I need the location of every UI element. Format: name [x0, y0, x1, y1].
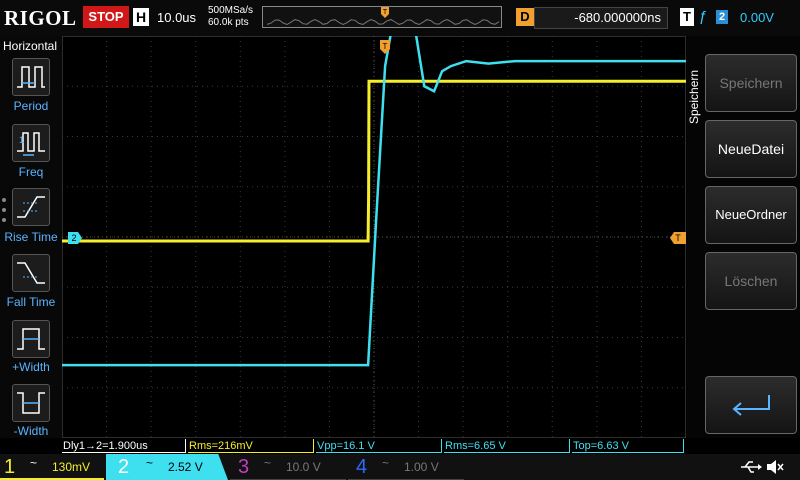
measurement-delay: Dly1→2=1.900us [62, 439, 186, 453]
fall-time-button[interactable] [12, 254, 50, 292]
fall-time-icon [17, 262, 45, 284]
speichern-button[interactable]: Speichern [705, 54, 797, 112]
neue-ordner-button[interactable]: NeueOrdner [705, 186, 797, 244]
save-menu: Speichern Speichern NeueDatei NeueOrdner… [686, 36, 800, 438]
speaker-muted-icon [767, 460, 784, 474]
period-button[interactable] [12, 58, 50, 96]
channel-3-number: 3 [238, 456, 250, 478]
fall-time-label: Fall Time [6, 295, 56, 309]
loeschen-button[interactable]: Löschen [705, 252, 797, 310]
positive-width-label: +Width [12, 360, 50, 374]
memory-overview-waveform [266, 18, 500, 26]
measurement-ch2-vpp: Vpp=16.1 V [316, 439, 442, 453]
usb-icon [741, 461, 762, 473]
delay-badge: D [516, 8, 534, 26]
period-icon [17, 66, 45, 88]
page-dot [2, 198, 6, 202]
channel-4-scale: 1.00 V [404, 460, 439, 474]
measurement-menu: Horizontal Period 1 Freq Rise Time Fall … [0, 36, 62, 438]
rigol-logo: RIGOL [4, 6, 77, 30]
delay-value[interactable]: -680.000000ns [534, 7, 668, 29]
neue-datei-button[interactable]: NeueDatei [705, 120, 797, 178]
measurement-results-bar: Dly1→2=1.900us Rms=216mV Vpp=16.1 V Rms=… [62, 438, 686, 454]
enter-button[interactable] [705, 376, 797, 434]
dc-coupling-icon: ~ [382, 456, 390, 470]
memory-depth: 60.0k pts [208, 17, 249, 28]
horizontal-badge: H [133, 8, 149, 26]
freq-icon: 1 [17, 132, 45, 156]
negative-width-icon [17, 392, 45, 414]
channel-1-number: 1 [4, 456, 16, 478]
channel-4-number: 4 [356, 456, 368, 478]
rise-time-icon [17, 196, 45, 218]
ac-coupling-icon: ~ [146, 456, 154, 470]
top-status-bar: RIGOL STOP H 10.0us 500MSa/s 60.0k pts T… [0, 0, 800, 36]
waveform-display[interactable]: T 2 T [62, 36, 686, 438]
svg-text:1: 1 [19, 135, 24, 145]
trigger-level[interactable]: 0.00V [740, 10, 774, 25]
measurement-ch1-rms: Rms=216mV [188, 439, 314, 453]
measurement-ch2-top: Top=6.63 V [572, 439, 684, 453]
page-dot [2, 208, 6, 212]
negative-width-button[interactable] [12, 384, 50, 422]
freq-button[interactable]: 1 [12, 124, 50, 162]
channel-status-bar: 1 ~ 130mV 2 ~ 2.52 V 3 ~ 10.0 V 4 ~ 1.00… [0, 454, 800, 480]
positive-width-icon [17, 328, 45, 350]
period-label: Period [13, 99, 49, 113]
trigger-badge: T [680, 8, 694, 26]
page-dot [2, 218, 6, 222]
ac-coupling-icon: ~ [264, 456, 272, 470]
negative-width-label: -Width [13, 424, 49, 438]
freq-label: Freq [18, 165, 44, 179]
trigger-position-marker: T [383, 9, 388, 16]
timebase-value[interactable]: 10.0us [157, 10, 196, 25]
channel-1-status[interactable]: 1 ~ 130mV [0, 454, 104, 480]
sample-rate: 500MSa/s [208, 5, 254, 16]
ac-coupling-icon: ~ [30, 456, 38, 470]
rise-time-label: Rise Time [4, 230, 58, 244]
trigger-time-marker-label: T [383, 42, 388, 51]
rise-time-button[interactable] [12, 188, 50, 226]
channel-3-scale: 10.0 V [286, 460, 321, 474]
channel-2-scale: 2.52 V [168, 460, 203, 474]
measurement-menu-title: Horizontal [3, 39, 58, 53]
measurement-ch2-rms: Rms=6.65 V [444, 439, 570, 453]
run-stop-indicator[interactable]: STOP [83, 6, 129, 28]
trigger-level-marker-label: T [675, 233, 681, 243]
rising-edge-icon: ƒ [699, 8, 708, 25]
channel-1-scale: 130mV [52, 460, 91, 474]
save-menu-title: Speichern [687, 69, 701, 125]
memory-overview-bar: T [262, 6, 502, 28]
ch2-ground-marker-label: 2 [71, 233, 76, 243]
positive-width-button[interactable] [12, 320, 50, 358]
channel-4-status[interactable]: 4 ~ 1.00 V [348, 454, 464, 480]
trigger-source: 2 [716, 10, 728, 24]
channel-2-status[interactable]: 2 ~ 2.52 V [106, 454, 228, 480]
channel-3-status[interactable]: 3 ~ 10.0 V [230, 454, 346, 480]
channel-2-number: 2 [118, 456, 130, 478]
enter-return-icon [732, 395, 770, 416]
